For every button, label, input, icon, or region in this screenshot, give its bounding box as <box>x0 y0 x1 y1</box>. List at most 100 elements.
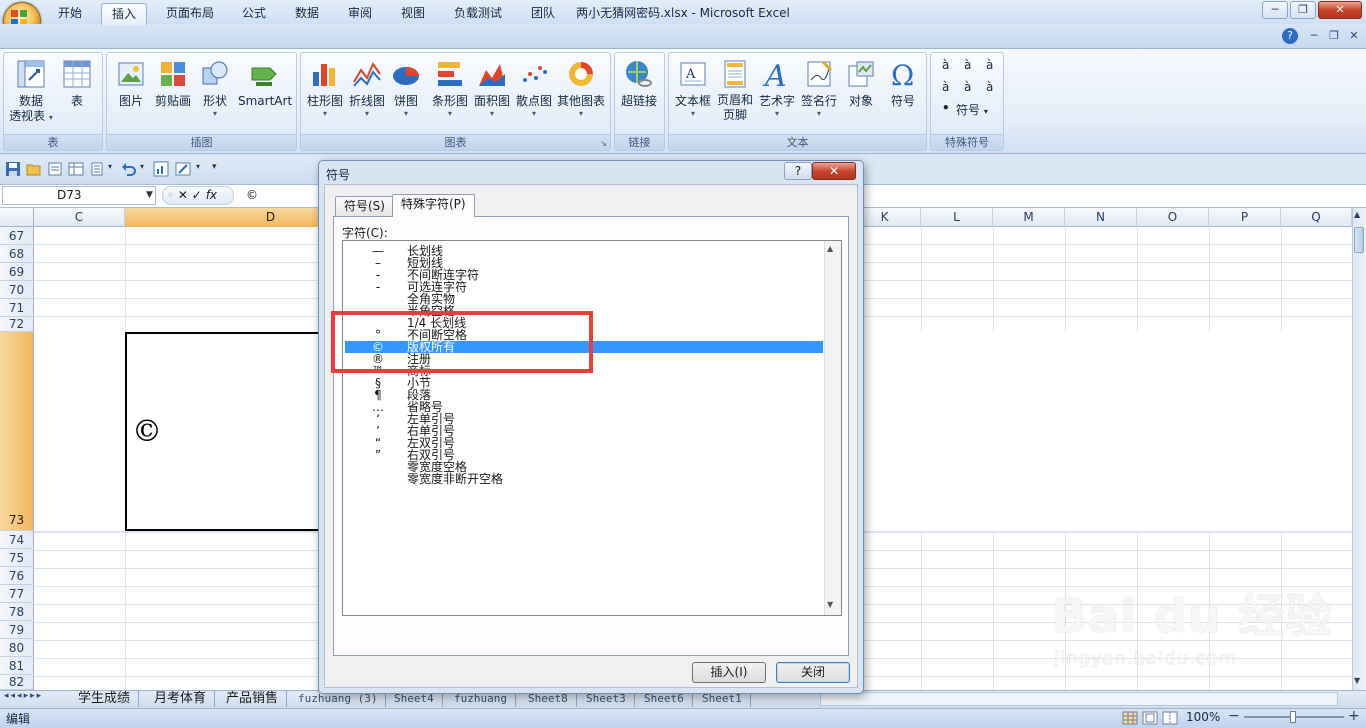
list-item[interactable]: 零宽度非断开空格 <box>345 473 823 485</box>
insert-function-icon[interactable]: fx <box>206 188 217 202</box>
pivot-table-button[interactable]: 数据 透视表 ▾ <box>6 56 56 126</box>
page-break-view-icon[interactable] <box>1162 711 1178 725</box>
enter-formula-icon[interactable]: ✓ <box>192 188 202 202</box>
first-sheet-icon[interactable]: ◂◂ <box>4 691 17 701</box>
column-header[interactable]: L <box>921 208 993 227</box>
sheet-nav[interactable]: ◂◂◂▸▸▸ <box>4 691 43 701</box>
select-all-corner[interactable] <box>0 208 34 227</box>
row-header[interactable]: 71 <box>0 299 34 317</box>
tab-formulas[interactable]: 公式 <box>232 3 276 25</box>
row-header[interactable]: 77 <box>0 585 34 603</box>
hyperlink-button[interactable]: 超链接 <box>614 56 664 126</box>
ribbon-minimize-icon[interactable]: ─ <box>1306 28 1322 44</box>
scroll-up-icon[interactable]: ▲ <box>827 244 833 253</box>
list-scrollbar[interactable] <box>824 241 841 615</box>
row-header-selected[interactable]: 73 <box>0 332 34 531</box>
tab-page-layout[interactable]: 页面布局 <box>156 3 224 25</box>
other-charts-button[interactable]: 其他图表 ▾ <box>555 56 607 126</box>
pie-chart-button[interactable]: 饼图 ▾ <box>384 56 428 126</box>
row-header[interactable]: 78 <box>0 603 34 621</box>
row-header[interactable]: 72 <box>0 317 34 332</box>
row-header[interactable]: 80 <box>0 639 34 657</box>
vertical-scrollbar[interactable] <box>1352 208 1366 690</box>
tab-special-characters[interactable]: 特殊字符(P) <box>392 194 475 217</box>
customize-toolbar-icon[interactable]: ▾ <box>212 162 217 172</box>
scroll-down-icon[interactable]: ▼ <box>827 600 833 609</box>
chevron-down-icon[interactable]: ▼ <box>146 186 153 205</box>
column-header[interactable]: O <box>1137 208 1209 227</box>
column-header[interactable]: Q <box>1281 208 1352 227</box>
row-header[interactable]: 74 <box>0 531 34 549</box>
special-symbol-3[interactable]: à <box>986 58 993 72</box>
undo-icon[interactable] <box>121 161 137 177</box>
ribbon-restore-icon[interactable]: ❐ <box>1326 28 1342 44</box>
tab-symbols[interactable]: 符号(S) <box>335 196 394 216</box>
special-character-list[interactable]: — 长划线 – 短划线 ‑ 不间断连字符 - 可选连字符 全角实物 半角空格 1/4 长划线 ° 不间断… <box>342 240 842 616</box>
tab-team[interactable]: 团队 <box>521 3 565 25</box>
column-header[interactable]: M <box>993 208 1065 227</box>
dialog-launcher-icon[interactable]: ↘ <box>600 139 607 148</box>
column-header[interactable]: P <box>1209 208 1281 227</box>
restore-button[interactable]: ❐ <box>1290 1 1316 19</box>
last-sheet-icon[interactable]: ▸▸ <box>30 691 43 701</box>
tab-data[interactable]: 数据 <box>285 3 329 25</box>
sheet-tab[interactable]: 月考体育 <box>146 690 216 707</box>
tab-review[interactable]: 审阅 <box>338 3 382 25</box>
scatter-chart-button[interactable]: 散点图 ▾ <box>509 56 559 126</box>
dropdown-arrow-icon[interactable]: ▾ <box>196 162 200 171</box>
zoom-level[interactable]: 100% <box>1186 710 1220 724</box>
page-layout-view-icon[interactable] <box>1142 711 1158 725</box>
special-symbol-2[interactable]: à <box>964 58 971 72</box>
bullet-symbol[interactable]: • <box>942 101 950 115</box>
table-layout-icon[interactable] <box>68 161 84 177</box>
format-icon[interactable] <box>90 161 106 177</box>
horizontal-scrollbar[interactable] <box>820 692 1338 706</box>
sheet-tab[interactable]: 学生成绩 <box>70 690 140 707</box>
zoom-in-icon[interactable]: + <box>1348 708 1360 724</box>
scroll-down-icon[interactable]: ▼ <box>1354 676 1360 685</box>
special-symbol-5[interactable]: à <box>964 80 971 94</box>
tab-home[interactable]: 开始 <box>48 3 92 25</box>
sheet-tab[interactable]: 产品销售 <box>218 690 288 707</box>
row-header[interactable]: 82 <box>0 675 34 690</box>
tab-load-test[interactable]: 负载测试 <box>444 3 512 25</box>
column-header[interactable]: N <box>1065 208 1137 227</box>
row-header[interactable]: 68 <box>0 245 34 263</box>
close-dialog-button[interactable]: 关闭 <box>776 662 850 683</box>
row-header[interactable]: 69 <box>0 263 34 281</box>
table-button[interactable]: 表 <box>52 56 102 126</box>
print-preview-icon[interactable] <box>47 161 63 177</box>
tab-insert[interactable]: 插入 <box>101 3 148 25</box>
help-icon[interactable]: ? <box>1282 28 1298 44</box>
row-header[interactable]: 67 <box>0 227 34 245</box>
special-symbol-1[interactable]: à <box>942 58 949 72</box>
formula-input[interactable]: © <box>246 186 258 205</box>
ribbon-close-icon[interactable]: ✕ <box>1346 28 1362 44</box>
name-box[interactable]: D73 <box>2 186 156 205</box>
smartart-button[interactable]: SmartArt <box>238 56 292 126</box>
row-header[interactable]: 79 <box>0 621 34 639</box>
tab-view[interactable]: 视图 <box>391 3 435 25</box>
row-header[interactable]: 75 <box>0 549 34 567</box>
row-header[interactable]: 81 <box>0 657 34 675</box>
normal-view-icon[interactable] <box>1122 711 1138 725</box>
special-symbol-6[interactable]: à <box>986 80 993 94</box>
zoom-slider-thumb[interactable] <box>1290 711 1296 723</box>
save-icon[interactable] <box>5 161 21 177</box>
cancel-formula-icon[interactable]: ✕ <box>178 188 188 202</box>
close-button[interactable]: ✕ <box>1318 1 1362 19</box>
dropdown-arrow-icon[interactable]: ▾ <box>108 162 112 171</box>
edit-icon[interactable] <box>175 161 191 177</box>
dialog-help-button[interactable]: ? <box>784 162 812 180</box>
special-symbol-dropdown[interactable]: 符号 ▾ <box>956 101 988 118</box>
special-symbol-4[interactable]: à <box>942 80 949 94</box>
shapes-button[interactable]: 形状 ▾ <box>190 56 240 126</box>
scroll-up-icon[interactable]: ▲ <box>1354 210 1360 219</box>
row-header[interactable]: 70 <box>0 281 34 299</box>
dialog-close-button[interactable]: ✕ <box>812 162 856 180</box>
symbol-button[interactable]: Ω 符号 <box>878 56 928 126</box>
open-folder-icon[interactable] <box>26 161 42 177</box>
dropdown-arrow-icon[interactable]: ▾ <box>140 162 144 171</box>
row-header[interactable]: 76 <box>0 567 34 585</box>
vertical-scroll-thumb[interactable] <box>1354 227 1364 253</box>
